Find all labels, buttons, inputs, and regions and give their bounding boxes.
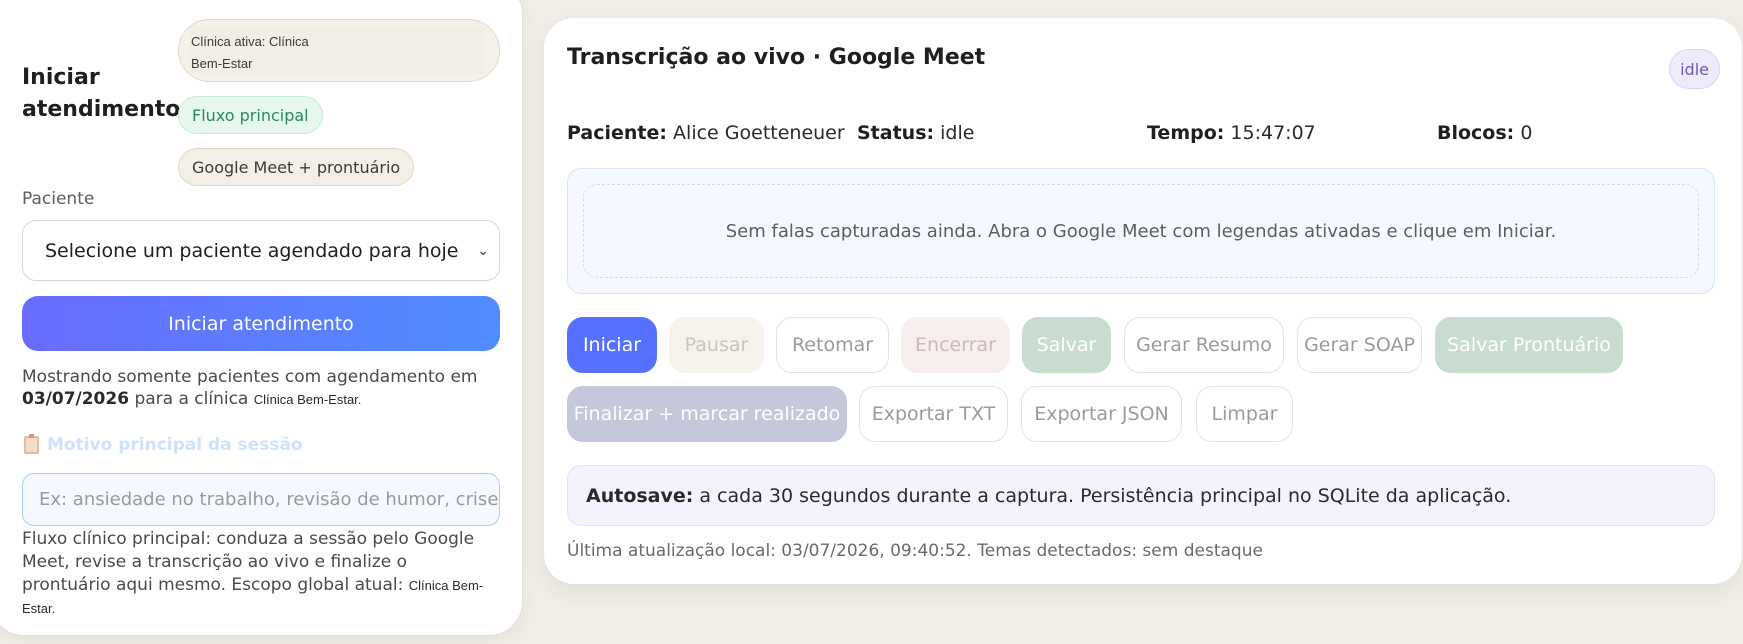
transcript-area: Sem falas capturadas ainda. Abra o Googl… bbox=[567, 168, 1715, 294]
schedule-hint: Mostrando somente pacientes com agendame… bbox=[22, 366, 492, 411]
stat-time: Tempo: 15:47:07 bbox=[1147, 122, 1316, 144]
finalize-mark-done-button[interactable]: Finalizar + marcar realizado bbox=[567, 386, 847, 442]
clinical-flow-hint-text: Fluxo clínico principal: conduza a sessã… bbox=[22, 529, 475, 595]
session-reason-input[interactable]: Ex: ansiedade no trabalho, revisão de hu… bbox=[22, 473, 500, 526]
patient-select[interactable]: Selecione um paciente agendado para hoje… bbox=[22, 220, 500, 281]
active-clinic-suffix: Bem-Estar bbox=[191, 56, 253, 71]
generate-summary-button[interactable]: Gerar Resumo bbox=[1124, 317, 1284, 373]
schedule-hint-clinic: Clínica Bem-Estar. bbox=[253, 392, 362, 407]
export-json-button[interactable]: Exportar JSON bbox=[1021, 386, 1182, 442]
live-transcription-title: Transcrição ao vivo · Google Meet bbox=[567, 45, 986, 70]
meet-record-pill: Google Meet + prontuário bbox=[178, 148, 415, 186]
end-button[interactable]: Encerrar bbox=[901, 317, 1010, 373]
clear-button[interactable]: Limpar bbox=[1196, 386, 1293, 442]
autosave-text: a cada 30 segundos durante a captura. Pe… bbox=[699, 484, 1512, 507]
clipboard-icon bbox=[24, 434, 39, 454]
session-reason-label-text: Motivo principal da sessão bbox=[47, 435, 303, 455]
stat-status-value: idle bbox=[940, 122, 975, 144]
active-clinic-prefix: Clínica ativa: Clínica bbox=[191, 34, 309, 49]
schedule-hint-prefix: Mostrando somente pacientes com agendame… bbox=[22, 367, 478, 387]
save-record-button[interactable]: Salvar Prontuário bbox=[1435, 317, 1623, 373]
session-reason-label: Motivo principal da sessão bbox=[24, 434, 303, 455]
stat-time-value: 15:47:07 bbox=[1230, 122, 1316, 144]
stat-status-label: Status: bbox=[857, 122, 935, 144]
patient-label: Paciente bbox=[22, 189, 95, 209]
stat-blocks-label: Blocos: bbox=[1437, 122, 1515, 144]
schedule-hint-date: 03/07/2026 bbox=[22, 389, 130, 409]
stat-patient: Paciente: Alice Goetteneuer bbox=[567, 122, 845, 144]
resume-button[interactable]: Retomar bbox=[776, 317, 889, 373]
schedule-hint-middle: para a clínica bbox=[134, 389, 249, 409]
start-capture-button[interactable]: Iniciar bbox=[567, 317, 657, 373]
live-transcription-panel: Transcrição ao vivo · Google Meet idle P… bbox=[544, 18, 1742, 584]
active-clinic-pill: Clínica ativa: Clínica Bem-Estar bbox=[178, 19, 500, 82]
last-update-text: Última atualização local: 03/07/2026, 09… bbox=[567, 541, 1263, 561]
start-session-button[interactable]: Iniciar atendimento bbox=[22, 296, 500, 351]
export-txt-button[interactable]: Exportar TXT bbox=[859, 386, 1008, 442]
stat-time-label: Tempo: bbox=[1147, 122, 1225, 144]
status-badge: idle bbox=[1669, 49, 1720, 89]
stat-patient-value: Alice Goetteneuer bbox=[673, 122, 845, 144]
autosave-label: Autosave: bbox=[586, 484, 694, 507]
active-clinic-text: Clínica ativa: Clínica Bem-Estar bbox=[189, 26, 485, 74]
pause-button[interactable]: Pausar bbox=[669, 317, 764, 373]
stat-blocks: Blocos: 0 bbox=[1437, 122, 1532, 144]
stat-patient-label: Paciente: bbox=[567, 122, 667, 144]
start-session-title: Iniciar atendimento bbox=[22, 65, 181, 122]
stat-status: Status: idle bbox=[857, 122, 974, 144]
main-flow-pill: Fluxo principal bbox=[178, 96, 323, 134]
autosave-info: Autosave: a cada 30 segundos durante a c… bbox=[567, 465, 1715, 526]
generate-soap-button[interactable]: Gerar SOAP bbox=[1297, 317, 1422, 373]
chevron-down-icon: ⌄ bbox=[477, 243, 489, 259]
clinical-flow-hint: Fluxo clínico principal: conduza a sessã… bbox=[22, 528, 500, 620]
stat-blocks-value: 0 bbox=[1520, 122, 1533, 144]
save-button[interactable]: Salvar bbox=[1022, 317, 1111, 373]
patient-select-value: Selecione um paciente agendado para hoje bbox=[45, 239, 459, 262]
transcript-empty-state: Sem falas capturadas ainda. Abra o Googl… bbox=[583, 184, 1699, 278]
